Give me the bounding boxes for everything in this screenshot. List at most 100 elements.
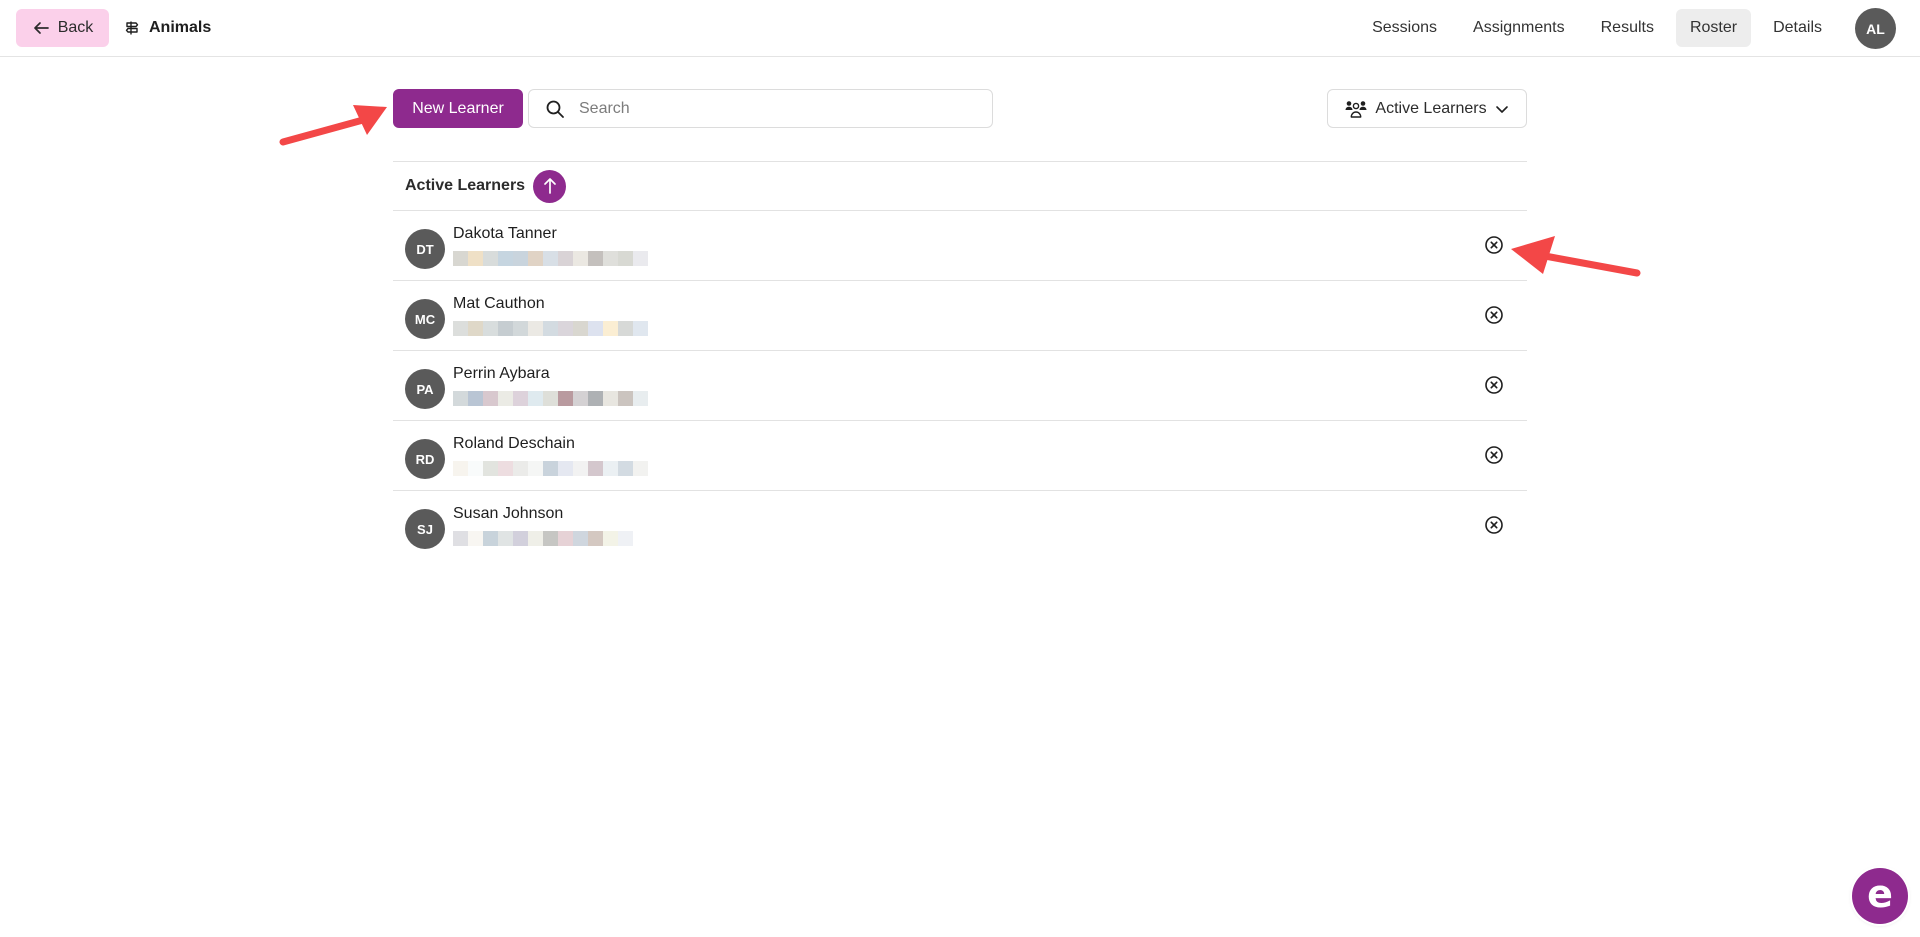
learner-avatar: MC (405, 299, 445, 339)
learner-name[interactable]: Perrin Aybara (453, 365, 550, 383)
chat-widget-button[interactable]: e (1852, 868, 1908, 924)
learner-name[interactable]: Susan Johnson (453, 505, 563, 523)
redaction-block (588, 321, 603, 336)
redaction-block (543, 461, 558, 476)
redaction-block (588, 251, 603, 266)
redaction-block (543, 321, 558, 336)
learner-row[interactable]: RD Roland Deschain (393, 421, 1527, 491)
learner-email-redacted (453, 251, 648, 266)
redaction-block (528, 461, 543, 476)
sort-toggle-button[interactable] (533, 169, 567, 203)
redaction-block (558, 461, 573, 476)
redaction-block (498, 391, 513, 406)
redaction-block (558, 391, 573, 406)
redaction-block (468, 391, 483, 406)
learner-row[interactable]: MC Mat Cauthon (393, 281, 1527, 351)
redaction-block (498, 321, 513, 336)
redaction-block (483, 391, 498, 406)
redaction-block (633, 321, 648, 336)
redaction-block (633, 251, 648, 266)
redaction-block (483, 531, 498, 546)
annotation-arrow-new-learner (279, 105, 387, 146)
redaction-block (528, 321, 543, 336)
learner-email-redacted (453, 461, 648, 476)
search-field[interactable] (528, 89, 993, 128)
tab-details[interactable]: Details (1759, 9, 1836, 47)
new-learner-button[interactable]: New Learner (393, 89, 523, 128)
redaction-block (633, 461, 648, 476)
redaction-block (513, 391, 528, 406)
learner-avatar: PA (405, 369, 445, 409)
remove-learner-icon[interactable] (1484, 445, 1504, 465)
redaction-block (498, 251, 513, 266)
top-navigation-bar: Back Animals Sessions Assignments Result… (0, 0, 1920, 57)
users-icon (1345, 100, 1367, 118)
redaction-block (603, 321, 618, 336)
redaction-block (618, 461, 633, 476)
redaction-block (573, 461, 588, 476)
redaction-block (558, 321, 573, 336)
redaction-block (468, 251, 483, 266)
signpost-icon (125, 21, 139, 35)
redaction-block (468, 321, 483, 336)
learner-avatar: SJ (405, 509, 445, 549)
tab-assignments[interactable]: Assignments (1459, 9, 1579, 47)
learner-row[interactable]: SJ Susan Johnson (393, 491, 1527, 561)
section-tabs: Sessions Assignments Results Roster Deta… (1358, 9, 1836, 47)
redaction-block (513, 251, 528, 266)
redaction-block (483, 461, 498, 476)
redaction-block (483, 251, 498, 266)
redaction-block (588, 531, 603, 546)
filter-label: Active Learners (1375, 99, 1487, 117)
remove-learner-icon[interactable] (1484, 515, 1504, 535)
redaction-block (588, 461, 603, 476)
redaction-block (453, 391, 468, 406)
redaction-block (498, 461, 513, 476)
redaction-block (453, 461, 468, 476)
redaction-block (513, 531, 528, 546)
redaction-block (543, 251, 558, 266)
learner-avatar: DT (405, 229, 445, 269)
redaction-block (618, 251, 633, 266)
learner-email-redacted (453, 391, 648, 406)
redaction-block (618, 531, 633, 546)
redaction-block (528, 391, 543, 406)
redaction-block (453, 321, 468, 336)
redaction-block (603, 251, 618, 266)
learner-row[interactable]: DT Dakota Tanner (393, 211, 1527, 281)
section-label: Active Learners (405, 177, 526, 194)
learner-row[interactable]: PA Perrin Aybara (393, 351, 1527, 421)
learner-name[interactable]: Mat Cauthon (453, 295, 545, 313)
redaction-block (573, 391, 588, 406)
tab-sessions[interactable]: Sessions (1358, 9, 1451, 47)
learner-name[interactable]: Roland Deschain (453, 435, 575, 453)
search-input[interactable] (579, 99, 979, 118)
remove-learner-icon[interactable] (1484, 375, 1504, 395)
back-button[interactable]: Back (16, 9, 109, 47)
redaction-block (453, 531, 468, 546)
tab-results[interactable]: Results (1587, 9, 1668, 47)
redaction-block (483, 321, 498, 336)
learner-status-filter-dropdown[interactable]: Active Learners (1327, 89, 1527, 128)
chevron-down-icon (1495, 105, 1508, 113)
redaction-block (603, 461, 618, 476)
remove-learner-icon[interactable] (1484, 305, 1504, 325)
search-icon (546, 100, 564, 118)
redaction-block (603, 531, 618, 546)
learner-avatar: RD (405, 439, 445, 479)
user-avatar[interactable]: AL (1855, 8, 1896, 49)
learner-email-redacted (453, 531, 633, 546)
remove-learner-icon[interactable] (1484, 235, 1504, 255)
redaction-block (603, 391, 618, 406)
arrow-up-icon (543, 178, 556, 194)
redaction-block (588, 391, 603, 406)
redaction-block (558, 251, 573, 266)
redaction-block (498, 531, 513, 546)
learner-email-redacted (453, 321, 648, 336)
tab-roster[interactable]: Roster (1675, 9, 1752, 47)
redaction-block (573, 251, 588, 266)
redaction-block (573, 321, 588, 336)
back-label: Back (57, 19, 94, 36)
redaction-block (558, 531, 573, 546)
learner-name[interactable]: Dakota Tanner (453, 225, 557, 243)
